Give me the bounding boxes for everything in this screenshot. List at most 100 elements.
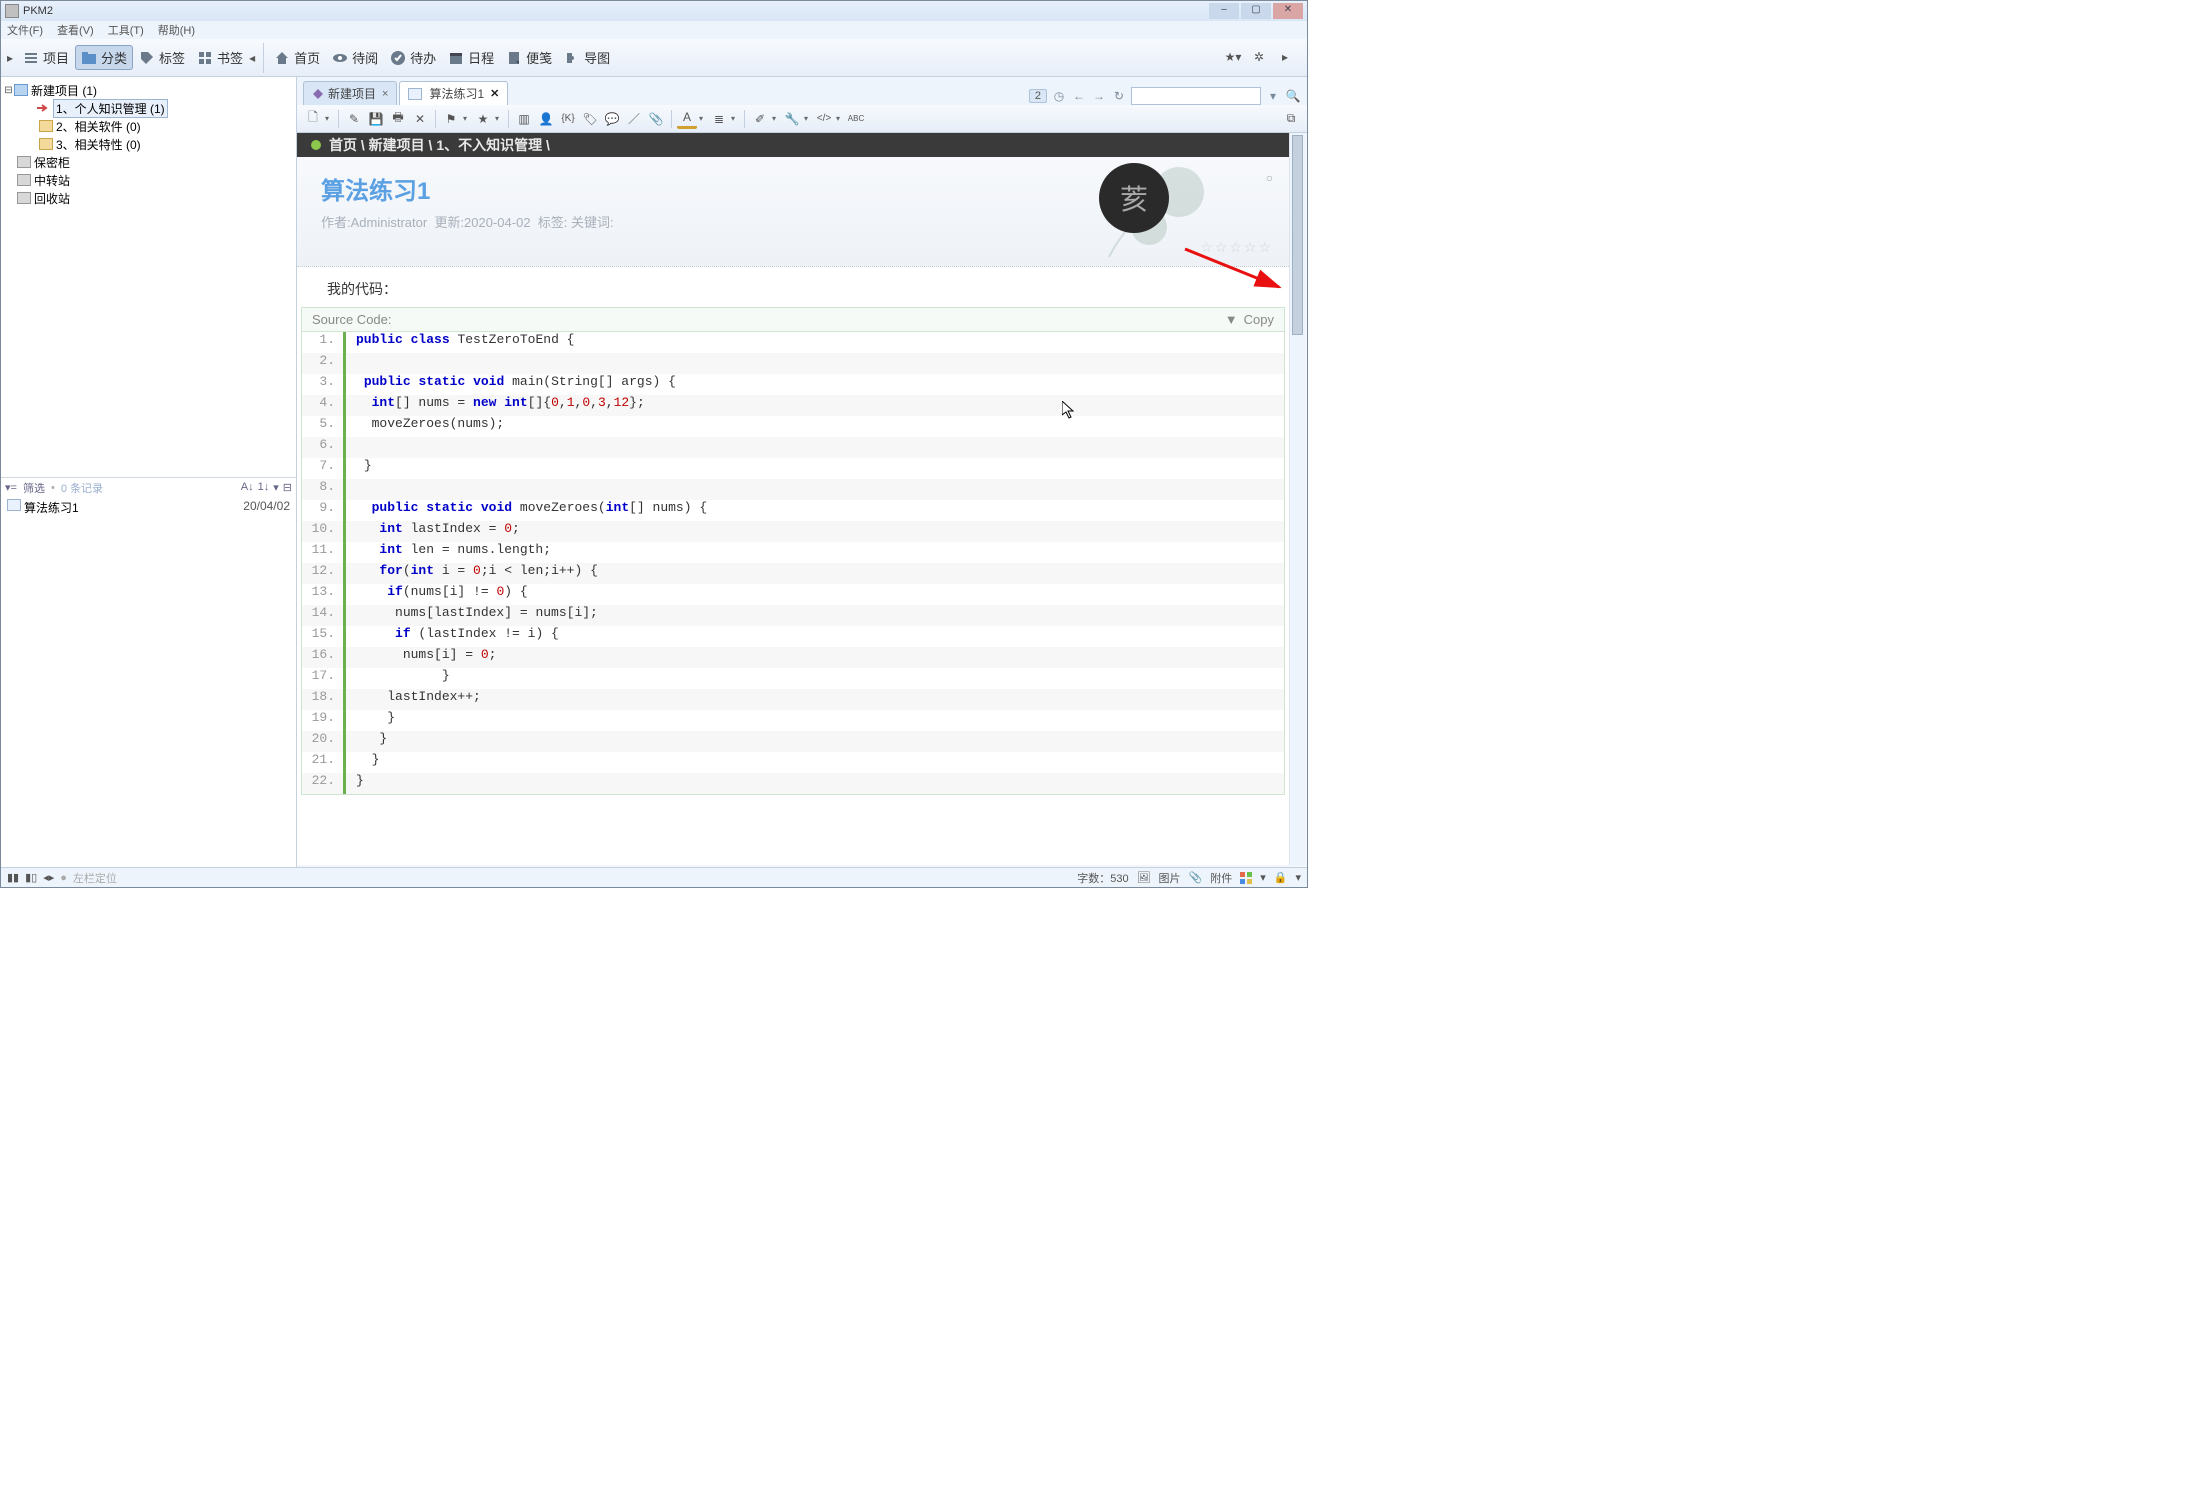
dropdown-icon[interactable]: ▾ (325, 114, 333, 123)
history-icon[interactable]: ◷ (1051, 88, 1067, 104)
edit-mode-icon[interactable]: ✐ (750, 109, 770, 129)
nav-toread[interactable]: 待阅 (326, 45, 384, 70)
tree-root[interactable]: ⊟新建项目 (1) (3, 81, 294, 99)
vertical-scrollbar[interactable] (1289, 133, 1305, 865)
menu-tools[interactable]: 工具(T) (108, 22, 144, 38)
tab-algorithm[interactable]: 算法练习1 ✕ (399, 81, 508, 105)
person-icon[interactable]: 👤 (536, 109, 556, 129)
key-icon[interactable]: {K} (558, 109, 578, 129)
tree-item-1[interactable]: 1、个人知识管理 (1) (3, 99, 294, 117)
nav-refresh-icon[interactable]: ↻ (1111, 88, 1127, 104)
tree-recycle[interactable]: 回收站 (3, 189, 294, 207)
delete-icon[interactable]: ✕ (410, 109, 430, 129)
search-input[interactable] (1131, 87, 1261, 105)
nav-forward-icon[interactable]: → (1091, 88, 1107, 104)
dropdown-icon[interactable]: ▾ (463, 114, 471, 123)
print-icon[interactable]: 🖶 (388, 109, 408, 129)
dropdown-icon[interactable]: ▾ (699, 114, 707, 123)
images-icon[interactable]: 🖼 (1137, 871, 1151, 884)
code-lines: 1.public class TestZeroToEnd {2.3. publi… (302, 332, 1284, 794)
filter-icon[interactable]: ▾= (5, 481, 17, 494)
star-dropdown-icon[interactable]: ★▾ (1223, 47, 1243, 67)
tab-tags[interactable]: 标签 (133, 45, 191, 70)
indent-icon[interactable]: ≣ (709, 109, 729, 129)
minimize-button[interactable]: – (1209, 3, 1239, 19)
dropdown-icon[interactable]: ▾ (836, 114, 844, 123)
menu-file[interactable]: 文件(F) (7, 22, 43, 38)
tab-category[interactable]: 分类 (75, 45, 133, 70)
recycle-icon (17, 192, 31, 204)
nav-home[interactable]: 首页 (268, 45, 326, 70)
attachment-icon[interactable]: 📎 (1189, 871, 1203, 884)
code-line: 7. } (302, 458, 1284, 479)
layout-icon-1[interactable]: ▮▮ (7, 871, 19, 884)
code-line: 6. (302, 437, 1284, 458)
gear-icon[interactable]: ✲ (1249, 47, 1269, 67)
attachment-icon[interactable]: 📎 (646, 109, 666, 129)
layout-icon-3[interactable]: ◂▸ (43, 871, 54, 884)
menu-view[interactable]: 查看(V) (57, 22, 94, 38)
tab-close-icon[interactable]: ✕ (490, 87, 499, 100)
save-icon[interactable]: 💾 (366, 109, 386, 129)
source-icon[interactable]: </> (814, 109, 834, 129)
columns-icon[interactable]: ▥ (514, 109, 534, 129)
tag-icon[interactable]: 🏷 (580, 109, 600, 129)
apps-icon[interactable] (1240, 872, 1252, 884)
layout-icon-2[interactable]: ▮▯ (25, 871, 37, 884)
sort-desc-icon[interactable]: 1↓ (258, 481, 270, 494)
nav-back-icon[interactable]: ← (1071, 88, 1087, 104)
titlebar: PKM2 – ▢ ✕ (1, 1, 1307, 21)
tab-new-project[interactable]: 新建项目 × (303, 81, 397, 105)
doc-options-icon[interactable]: ○ (1266, 171, 1273, 185)
sort-asc-icon[interactable]: A↓ (241, 481, 254, 494)
dropdown-icon[interactable]: ▾ (731, 114, 739, 123)
tab-bookmarks[interactable]: 书签 (191, 45, 249, 70)
code-copy-button[interactable]: ▼Copy (1225, 312, 1274, 327)
edit-toolbar: 🗋▾ ✎ 💾 🖶 ✕ ⚑▾ ★▾ ▥ 👤 {K} 🏷 💬 ／ 📎 A▾ ≣ (297, 105, 1307, 133)
wrench-icon[interactable]: 🔧 (782, 109, 802, 129)
tree-item-3[interactable]: 3、相关特性 (0) (3, 135, 294, 153)
dropdown-icon[interactable]: ▾ (804, 114, 812, 123)
nav-schedule[interactable]: 日程 (442, 45, 500, 70)
tree-vault[interactable]: 保密柜 (3, 153, 294, 171)
abc-icon[interactable]: ABC (846, 109, 866, 129)
new-doc-icon[interactable]: 🗋 (303, 109, 323, 129)
nav-mindmap[interactable]: 导图 (558, 45, 616, 70)
tree-transfer[interactable]: 中转站 (3, 171, 294, 189)
list-view-icon[interactable]: ▾ (273, 481, 279, 494)
search-dropdown-icon[interactable]: ▾ (1265, 88, 1281, 104)
expand-icon[interactable]: ▸ (1275, 47, 1295, 67)
expand-sidebar-icon[interactable]: ▸ (7, 51, 17, 65)
menu-help[interactable]: 帮助(H) (158, 22, 195, 38)
star-icon[interactable]: ★ (473, 109, 493, 129)
edit-icon[interactable]: ✎ (344, 109, 364, 129)
nav-notes[interactable]: 便笺 (500, 45, 558, 70)
nav-todo[interactable]: 待办 (384, 45, 442, 70)
flag-icon[interactable]: ⚑ (441, 109, 461, 129)
search-icon[interactable]: 🔍 (1285, 88, 1301, 104)
tab-project[interactable]: 项目 (17, 45, 75, 70)
close-button[interactable]: ✕ (1273, 3, 1303, 19)
diamond-icon (312, 88, 324, 100)
list-item[interactable]: 算法练习1 20/04/02 (1, 497, 296, 518)
dropdown-icon[interactable]: ▾ (495, 114, 503, 123)
comment-icon[interactable]: 💬 (602, 109, 622, 129)
code-line: 4. int[] nums = new int[]{0,1,0,3,12}; (302, 395, 1284, 416)
dropdown-icon[interactable]: ▾ (1260, 871, 1266, 884)
maximize-button[interactable]: ▢ (1241, 3, 1271, 19)
tree-item-2[interactable]: 2、相关软件 (0) (3, 117, 294, 135)
dropdown-icon[interactable]: ▾ (772, 114, 780, 123)
collapse-sidebar-icon[interactable]: ◂ (249, 51, 259, 65)
font-color-icon[interactable]: A (677, 109, 697, 129)
code-line: 3. public static void main(String[] args… (302, 374, 1284, 395)
popout-icon[interactable]: ⧉ (1281, 109, 1301, 129)
dropdown-icon[interactable]: ▾ (1295, 871, 1301, 884)
highlight-icon[interactable]: ／ (624, 109, 644, 129)
toggle-icon[interactable]: ⊟ (283, 481, 292, 494)
lock-icon[interactable]: 🔒 (1274, 871, 1288, 884)
breadcrumb: 首页 \ 新建项目 \ 1、不入知识管理 \ (297, 133, 1289, 157)
tab-close-icon[interactable]: × (382, 88, 388, 100)
locate-left-column[interactable]: 左栏定位 (73, 870, 117, 886)
filter-label[interactable]: 筛选 (23, 480, 45, 496)
rating-stars[interactable]: ☆☆☆☆☆ (1200, 239, 1273, 256)
